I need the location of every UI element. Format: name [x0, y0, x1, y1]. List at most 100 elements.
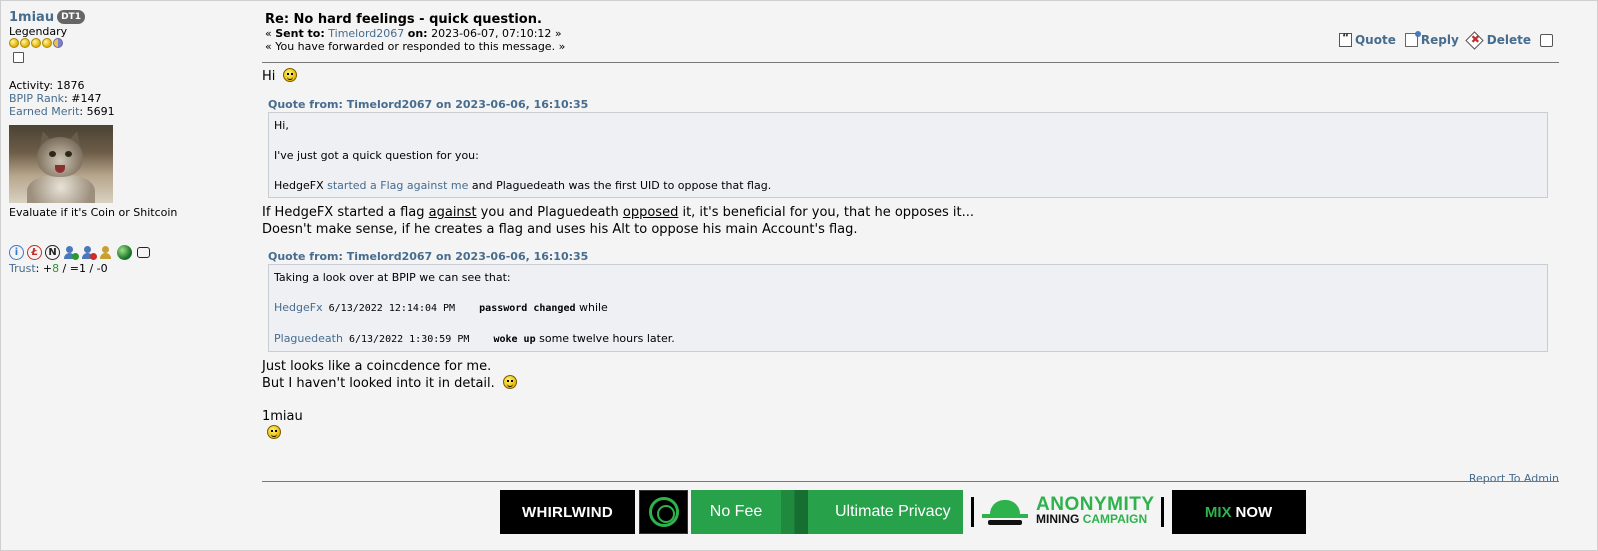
n-icon[interactable]: N [45, 244, 60, 260]
user-icon[interactable] [99, 245, 114, 260]
row1-tail: while [575, 301, 608, 314]
bpip-rank-value: : #147 [64, 92, 102, 105]
reply-label: Reply [1420, 33, 1459, 47]
ad-separator [1160, 497, 1164, 527]
earned-merit-link[interactable]: Earned Merit [9, 105, 79, 118]
post-body: Hi Quote from: Timelord2067 on 2023-06-0… [262, 68, 1559, 442]
quote-header-1: Quote from: Timelord2067 on 2023-06-06, … [268, 99, 1559, 111]
meta-suffix: » [551, 27, 562, 40]
ad-campaign: CAMPAIGN [1082, 512, 1148, 526]
avatar [9, 125, 113, 203]
dt-badge: DT1 [57, 10, 85, 24]
delete-icon [1468, 33, 1484, 47]
ad-mix: MIX [1204, 503, 1232, 521]
quote-header-link-2[interactable]: Quote from: Timelord2067 on 2023-06-06, … [268, 250, 588, 263]
quote1-line3-b: and Plaguedeath was the first UID to opp… [468, 179, 772, 192]
rank-coins [9, 38, 239, 49]
activity-label: Activity: [9, 79, 54, 92]
message-icon[interactable] [137, 246, 150, 258]
para1-a: If HedgeFX started a flag [262, 205, 429, 220]
delete-button[interactable]: Delete [1468, 33, 1531, 47]
select-message-checkbox[interactable] [1540, 33, 1553, 47]
whirlwind-logo-icon [639, 490, 688, 534]
poster-rank: Legendary [9, 25, 68, 38]
quote-box-2: Taking a look over at BPIP we can see th… [268, 264, 1548, 352]
row1-time: 6/13/2022 12:14:04 PM [322, 303, 480, 314]
row2-tail: some twelve hours later. [535, 332, 675, 345]
recipient-link[interactable]: Timelord2067 [328, 27, 404, 40]
smiley-icon [267, 425, 281, 439]
hedgefx-link[interactable]: HedgeFx [274, 301, 323, 314]
trust-positive: 8 [52, 262, 60, 275]
signature: 1miau [262, 409, 303, 424]
quote2-line1: Taking a look over at BPIP we can see th… [274, 271, 511, 284]
ad-separator [971, 497, 974, 527]
cat-body [27, 175, 95, 203]
post: Re: No hard feelings - quick question. «… [262, 10, 1559, 485]
ad-anonymity: ANONYMITY MINING CAMPAIGN [980, 490, 1155, 534]
spy-hat-icon [980, 497, 1030, 527]
row2-event: woke up [493, 334, 536, 345]
post-actions: Quote Reply Delete [1338, 31, 1553, 47]
quote1-line3: HedgeFX started a Flag against me and Pl… [274, 178, 1542, 193]
quote2-row2: Plaguedeath 6/13/2022 1:30:59 PM woke up… [274, 331, 1542, 347]
paragraph-2: Doesn't make sense, if he creates a flag… [262, 222, 858, 237]
quote2-row1: HedgeFx 6/13/2022 12:14:04 PM password c… [274, 300, 1542, 316]
post-subject[interactable]: Re: No hard feelings - quick question. [265, 12, 1559, 27]
flag-link[interactable]: started a Flag against me [327, 179, 468, 192]
ad-ultimate-privacy: Ultimate Privacy [835, 503, 951, 520]
report-to-admin-link[interactable]: Report To Admin [1469, 472, 1559, 485]
half-coin-icon [53, 38, 63, 48]
ad-anonymity-text: ANONYMITY MINING CAMPAIGN [1036, 495, 1155, 527]
trust-rest: / =1 / -0 [59, 262, 108, 275]
trust-link[interactable]: Trust [9, 262, 36, 275]
smiley-icon [502, 375, 517, 389]
quote-button[interactable]: Quote [1338, 31, 1396, 47]
quote-box-1: Hi, I've just got a quick question for y… [268, 112, 1548, 198]
quote-header-link-1[interactable]: Quote from: Timelord2067 on 2023-06-06, … [268, 98, 588, 111]
paragraph-3: Just looks like a coincdence for me. [262, 359, 492, 374]
para1-underline-2: opposed [622, 205, 679, 220]
footer-divider [262, 481, 1559, 482]
logo-ring [648, 497, 679, 527]
ad-mining-campaign: MINING CAMPAIGN [1036, 512, 1155, 527]
row2-time: 6/13/2022 1:30:59 PM [342, 334, 494, 345]
ad-now: NOW [1235, 503, 1273, 521]
smiley-icon [283, 68, 298, 82]
plaguedeath-link[interactable]: Plaguedeath [274, 332, 343, 345]
bpip-rank-link[interactable]: BPIP Rank [9, 92, 64, 105]
cat-eye-right [65, 151, 72, 157]
litecoin-icon[interactable]: Ł [27, 244, 42, 260]
personal-text: Evaluate if it's Coin or Shitcoin [9, 206, 178, 219]
cat-eye-left [49, 151, 56, 157]
add-user-icon[interactable] [63, 245, 79, 260]
paragraph-4: But I haven't looked into it in detail. [262, 376, 495, 391]
delete-label: Delete [1486, 33, 1531, 47]
quote1-line1: Hi, [274, 119, 289, 132]
ad-green-block: No Fee Ultimate Privacy [691, 490, 963, 534]
row1-event: password changed [479, 303, 576, 314]
coin-icon [20, 38, 30, 48]
coin-icon [9, 38, 19, 48]
reply-button[interactable]: Reply [1404, 31, 1459, 47]
quote-header-2: Quote from: Timelord2067 on 2023-06-06, … [268, 251, 1559, 263]
poster-stats: Activity: 1876 BPIP Rank: #147 Earned Me… [9, 79, 239, 118]
para1-c: it, it's beneficial for you, that he opp… [678, 205, 975, 220]
quote1-line2: I've just got a quick question for you: [274, 149, 479, 162]
poster-checkbox[interactable] [13, 52, 24, 63]
poster-name-link[interactable]: 1miau [9, 10, 54, 25]
on-label: on: [407, 27, 428, 40]
trust-summary: Trust: +8 / =1 / -0 [9, 262, 239, 275]
quote1-line3-a: HedgeFX [274, 179, 328, 192]
trust-sep: : + [35, 262, 53, 275]
remove-user-icon[interactable] [81, 245, 97, 260]
ad-mix-now: MIX NOW [1171, 490, 1306, 534]
globe-icon[interactable] [117, 244, 132, 260]
reply-icon [1404, 31, 1421, 47]
banner-ad[interactable]: WHIRLWIND No Fee Ultimate Privacy ANONYM… [500, 490, 1306, 534]
minus-badge [90, 252, 97, 260]
ad-no-fee: No Fee [709, 503, 763, 520]
header-divider [262, 62, 1559, 63]
info-icon[interactable]: i [9, 244, 24, 260]
greeting-line: Hi [262, 68, 1559, 85]
